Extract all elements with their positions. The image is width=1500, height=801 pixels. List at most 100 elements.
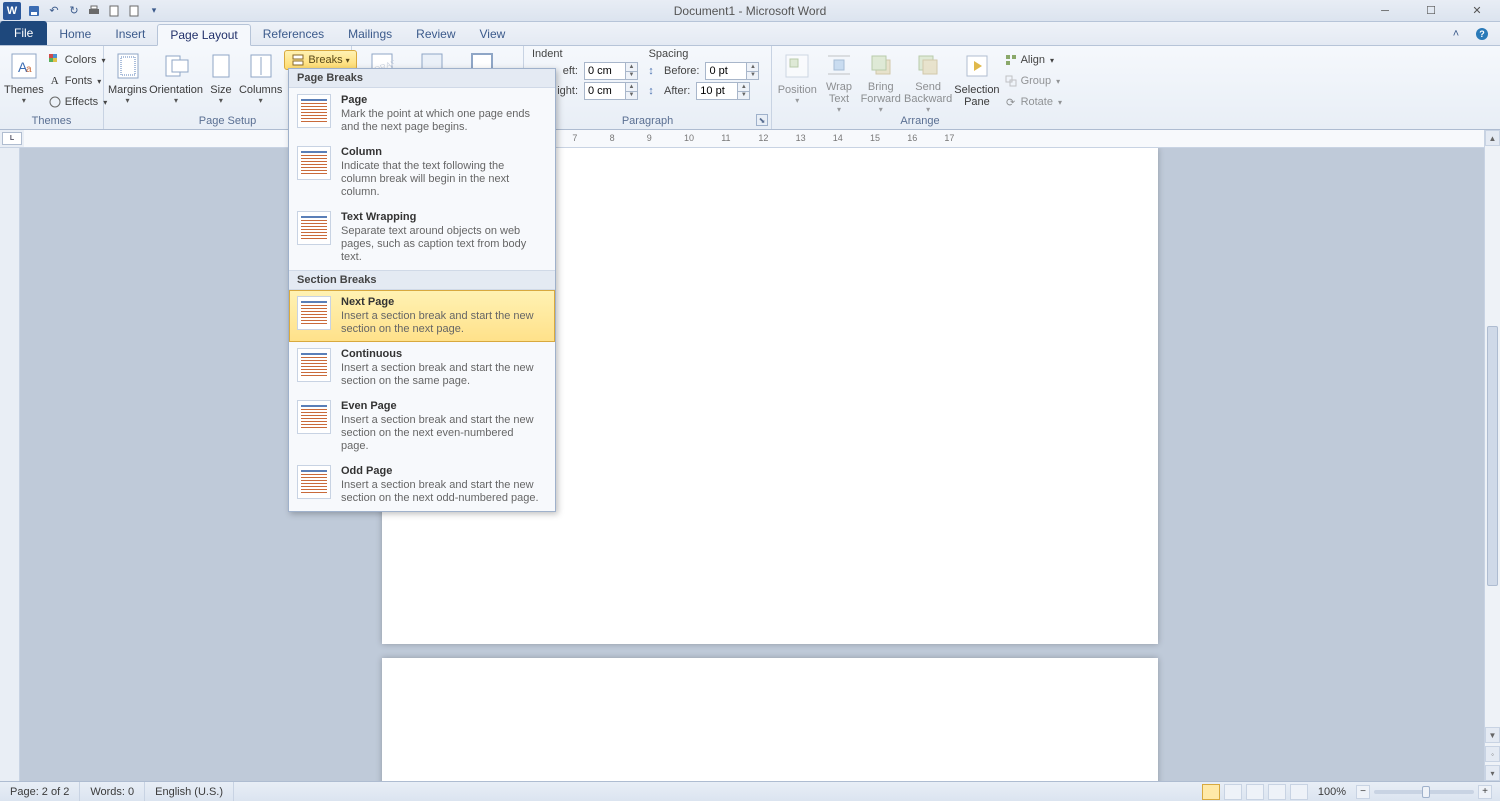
align-button[interactable]: Align▾: [1002, 50, 1064, 70]
tab-home[interactable]: Home: [47, 23, 103, 45]
tab-selector[interactable]: L: [2, 132, 22, 145]
previous-page-button[interactable]: ◦: [1485, 746, 1500, 762]
view-outline-button[interactable]: [1268, 784, 1286, 800]
theme-colors-button[interactable]: Colors▾: [46, 50, 109, 70]
paragraph-dialog-launcher[interactable]: ⬊: [756, 114, 768, 126]
status-words[interactable]: Words: 0: [80, 782, 145, 801]
quick-access-toolbar: ↶ ↻ ▾: [27, 4, 161, 18]
view-full-screen-button[interactable]: [1224, 784, 1242, 800]
next-page-break-icon: [297, 296, 331, 330]
status-page[interactable]: Page: 2 of 2: [0, 782, 80, 801]
columns-button[interactable]: Columns: [239, 48, 282, 114]
zoom-slider-thumb[interactable]: [1422, 786, 1430, 798]
next-page-title: Next Page: [341, 296, 541, 308]
text-wrapping-desc: Separate text around objects on web page…: [341, 225, 541, 264]
indent-right-input[interactable]: ▲▼: [584, 82, 638, 100]
document-scroll[interactable]: [20, 148, 1484, 781]
group-label-arrange: Arrange: [776, 115, 1064, 129]
menu-item-text-wrapping-break[interactable]: Text WrappingSeparate text around object…: [289, 205, 555, 270]
tab-view[interactable]: View: [468, 23, 518, 45]
menu-item-even-page-break[interactable]: Even PageInsert a section break and star…: [289, 394, 555, 459]
send-backward-button[interactable]: SendBackward: [904, 48, 952, 114]
scroll-thumb[interactable]: [1487, 326, 1498, 586]
wrap-text-label: WrapText: [826, 81, 852, 105]
tab-page-layout[interactable]: Page Layout: [157, 24, 250, 46]
horizontal-ruler[interactable]: 34567891011121314151617: [24, 130, 1484, 147]
size-icon: [205, 50, 237, 82]
next-page-button[interactable]: ▾: [1485, 765, 1500, 781]
group-themes: Aa Themes Colors▾ AFonts▾ Effects▾ Theme…: [0, 46, 104, 129]
scroll-down-button[interactable]: ▼: [1485, 727, 1500, 743]
bring-forward-button[interactable]: BringForward: [859, 48, 902, 114]
close-button[interactable]: ✕: [1454, 0, 1500, 22]
themes-label: Themes: [4, 84, 44, 96]
tab-file[interactable]: File: [0, 21, 47, 45]
vertical-scrollbar[interactable]: ▲ ▼ ◦ ▾: [1484, 130, 1500, 781]
theme-effects-button[interactable]: Effects▾: [46, 92, 109, 112]
vertical-ruler[interactable]: [0, 148, 20, 781]
minimize-ribbon-icon[interactable]: ˄: [1448, 26, 1464, 42]
spacing-after-input[interactable]: ▲▼: [696, 82, 750, 100]
view-print-layout-button[interactable]: [1202, 784, 1220, 800]
word-icon: W: [3, 2, 21, 20]
document-page-2[interactable]: [382, 658, 1158, 781]
colors-label: Colors: [65, 54, 97, 66]
breaks-button[interactable]: Breaks▾: [284, 50, 356, 70]
zoom-level[interactable]: 100%: [1318, 786, 1346, 798]
orientation-button[interactable]: Orientation: [149, 48, 203, 114]
position-label: Position: [778, 84, 817, 96]
tab-insert[interactable]: Insert: [103, 23, 157, 45]
column-break-title: Column: [341, 146, 541, 158]
window-title: Document1 - Microsoft Word: [674, 4, 827, 18]
redo-icon[interactable]: ↻: [67, 4, 81, 18]
minimize-button[interactable]: ─: [1362, 0, 1408, 22]
size-button[interactable]: Size: [205, 48, 237, 114]
selection-pane-button[interactable]: SelectionPane: [954, 48, 999, 114]
effects-label: Effects: [65, 96, 98, 108]
tab-references[interactable]: References: [251, 23, 336, 45]
margins-button[interactable]: Margins: [108, 48, 147, 114]
help-icon[interactable]: ?: [1474, 26, 1490, 42]
menu-item-column-break[interactable]: ColumnIndicate that the text following t…: [289, 140, 555, 205]
print-icon[interactable]: [87, 4, 101, 18]
spacing-after-icon: ↕: [644, 84, 658, 98]
scroll-track[interactable]: [1485, 146, 1500, 727]
zoom-in-button[interactable]: +: [1478, 785, 1492, 799]
qat-customize-icon[interactable]: ▾: [147, 4, 161, 18]
zoom-out-button[interactable]: −: [1356, 785, 1370, 799]
indent-left-input[interactable]: ▲▼: [584, 62, 638, 80]
selection-pane-label: SelectionPane: [954, 84, 999, 108]
position-button[interactable]: Position: [776, 48, 819, 114]
menu-item-odd-page-break[interactable]: Odd PageInsert a section break and start…: [289, 459, 555, 511]
menu-item-continuous-break[interactable]: ContinuousInsert a section break and sta…: [289, 342, 555, 394]
rotate-button[interactable]: ⟳Rotate▾: [1002, 92, 1064, 112]
spacing-header: Spacing: [649, 48, 689, 60]
group-objects-button[interactable]: Group▾: [1002, 71, 1064, 91]
wrap-text-button[interactable]: WrapText: [821, 48, 858, 114]
zoom-slider[interactable]: [1374, 790, 1474, 794]
spacing-before-input[interactable]: ▲▼: [705, 62, 759, 80]
undo-icon[interactable]: ↶: [47, 4, 61, 18]
status-language[interactable]: English (U.S.): [145, 782, 234, 801]
print-preview-icon[interactable]: [107, 4, 121, 18]
menu-header-section-breaks: Section Breaks: [289, 270, 555, 290]
send-backward-icon: [912, 50, 944, 79]
odd-page-title: Odd Page: [341, 465, 541, 477]
view-draft-button[interactable]: [1290, 784, 1308, 800]
menu-item-page-break[interactable]: PageMark the point at which one page end…: [289, 88, 555, 140]
continuous-title: Continuous: [341, 348, 541, 360]
column-break-icon: [297, 146, 331, 180]
document-area: [0, 148, 1484, 781]
save-icon[interactable]: [27, 4, 41, 18]
new-doc-icon[interactable]: [127, 4, 141, 18]
themes-button[interactable]: Aa Themes: [4, 48, 44, 114]
breaks-dropdown-menu: Page Breaks PageMark the point at which …: [288, 68, 556, 512]
view-web-layout-button[interactable]: [1246, 784, 1264, 800]
menu-item-next-page-break[interactable]: Next PageInsert a section break and star…: [289, 290, 555, 342]
scroll-up-button[interactable]: ▲: [1485, 130, 1500, 146]
maximize-button[interactable]: ☐: [1408, 0, 1454, 22]
tab-review[interactable]: Review: [404, 23, 467, 45]
tab-mailings[interactable]: Mailings: [336, 23, 404, 45]
columns-icon: [245, 50, 277, 82]
theme-fonts-button[interactable]: AFonts▾: [46, 71, 109, 91]
